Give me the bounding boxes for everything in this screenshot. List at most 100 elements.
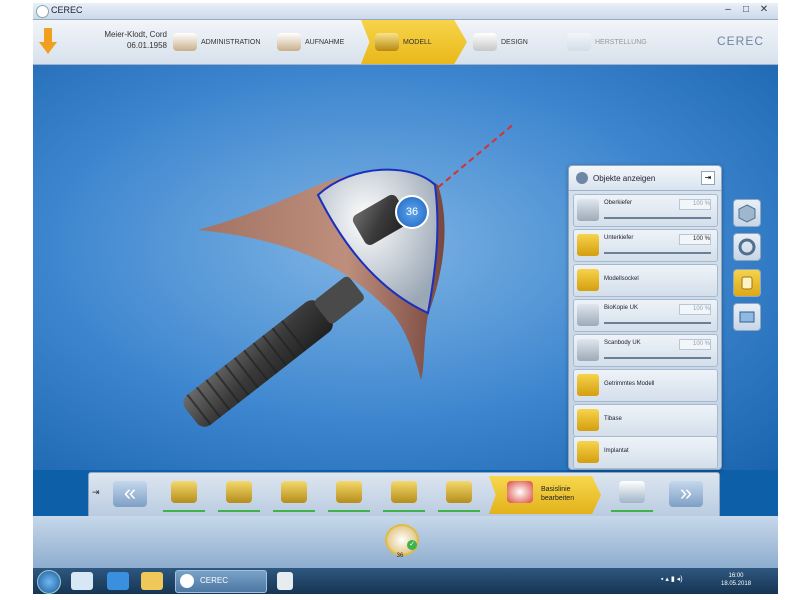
opacity-slider-fill [604,322,711,324]
tool-status-bar [163,510,205,512]
back-arrow-icon[interactable] [39,26,57,56]
nav-step-aufnahme[interactable]: AUFNAHME [277,20,357,64]
implant-body [183,276,364,427]
opacity-slider[interactable] [604,322,711,324]
tool-active-icon [741,276,753,290]
tool-3-icon [281,481,307,503]
administration-icon [173,33,197,51]
scanbody-icon [577,339,599,361]
tool-status-bar [218,510,260,512]
aufnahme-icon [277,33,301,51]
patient-name: Meier-Klodt, Cord [104,30,167,39]
object-row-implantat[interactable]: Implantat [573,436,718,469]
patient-dob: 06.01.1958 [126,41,167,50]
tool-5-button[interactable] [379,476,429,514]
object-label: Unterkiefer [604,235,634,241]
objects-panel-title: Objekte anzeigen [593,174,656,183]
previous-arrow-button[interactable]: « [113,481,147,507]
nav-step-modell[interactable]: MODELL [361,20,467,64]
patient-info: Meier-Klodt, Cord 06.01.1958 [77,29,167,51]
object-row-oberkiefer[interactable]: Oberkiefer 100 % [573,194,718,227]
tool-6-icon [446,481,472,503]
rotate-button[interactable] [733,233,761,261]
object-row-modellsockel[interactable]: Modellsockel [573,264,718,297]
biocopy-icon [577,304,599,326]
next-arrow-button[interactable]: » [669,481,703,507]
implant-icon [577,441,599,463]
nav-step-label: AUFNAHME [305,38,345,46]
tool-active-button[interactable] [733,269,761,297]
opacity-slider[interactable] [604,217,711,219]
tool-3-button[interactable] [269,476,319,514]
baseline-edit-button[interactable]: Basislinie bearbeiten [489,476,601,514]
brand-logo: CEREC [716,34,764,48]
herstellung-icon [567,33,591,51]
tool-1-icon [171,481,197,503]
taskbar-cerec-label: CEREC [200,576,229,585]
screenshot-button[interactable] [733,303,761,331]
nav-step-design[interactable]: DESIGN [473,20,561,64]
object-row-scanbody[interactable]: Scanbody UK 100 % [573,334,718,367]
rotate-icon [738,238,756,256]
trimmed-model-icon [577,374,599,396]
clock-date: 18.05.2018 [721,581,752,587]
tool-8-button[interactable] [607,476,657,514]
opacity-slider-fill [604,217,711,219]
system-tray-icons[interactable]: ▪ ▴ ▮ ◂) [661,575,683,583]
internet-explorer-icon[interactable] [107,572,129,590]
object-row-tibase[interactable]: Tibase [573,404,718,437]
tooth-strip-number: 36 [396,553,404,559]
restore-icon[interactable]: □ [739,4,753,16]
close-icon[interactable]: ✕ [757,4,771,16]
tibase-icon [577,409,599,431]
cerec-window: CEREC – □ ✕ Meier-Klodt, Cord 06.01.1958… [33,3,778,594]
title-bar: CEREC – □ ✕ [33,3,778,20]
start-button-icon[interactable] [37,570,61,594]
tooth-number-badge[interactable]: 36 [395,195,429,229]
opacity-slider-fill [604,357,711,359]
object-label: Getrimmtes Modell [604,381,655,387]
opacity-slider[interactable] [604,357,711,359]
workflow-nav: Meier-Klodt, Cord 06.01.1958 ADMINISTRAT… [33,20,778,65]
pinned-app-icon[interactable] [277,572,293,590]
opacity-value[interactable]: 100 % [679,339,711,350]
screenshot-icon [739,311,755,323]
media-player-icon[interactable] [71,572,93,590]
file-explorer-icon[interactable] [141,572,163,590]
opacity-value[interactable]: 100 % [679,199,711,210]
taskbar-cerec-button[interactable]: CEREC [175,570,267,593]
opacity-slider[interactable] [604,252,711,254]
opacity-value[interactable]: 100 % [679,234,711,245]
tool-4-button[interactable] [324,476,374,514]
jaw-icon [577,234,599,256]
taskbar-clock[interactable]: 16:00 18.05.2018 [721,572,751,588]
cerec-task-icon [180,574,194,588]
tool-status-bar [438,510,480,512]
tool-8-icon [619,481,645,503]
object-row-getrimmtes-modell[interactable]: Getrimmtes Modell [573,369,718,402]
nav-step-label: MODELL [403,38,432,46]
cube-view-icon [738,204,756,223]
tool-1-button[interactable] [159,476,209,514]
cube-view-button[interactable] [733,199,761,227]
baseline-edit-label: Basislinie bearbeiten [541,486,575,502]
clock-time: 16:00 [728,573,744,579]
minimize-icon[interactable]: – [721,4,735,16]
tool-5-icon [391,481,417,503]
object-row-unterkiefer[interactable]: Unterkiefer 100 % [573,229,718,262]
nav-step-label: HERSTELLUNG [595,38,647,46]
eye-icon [576,172,588,184]
object-row-biokopie[interactable]: BioKopie UK 100 % [573,299,718,332]
check-icon: ✓ [407,540,417,550]
pin-icon[interactable]: ⇥ [701,171,715,185]
model-base-icon [577,269,599,291]
object-label: Tibase [604,416,622,422]
nav-step-herstellung[interactable]: HERSTELLUNG [567,20,663,64]
nav-step-administration[interactable]: ADMINISTRATION [173,20,265,64]
object-label: Implantat [604,448,629,454]
opacity-value[interactable]: 100 % [679,304,711,315]
opacity-slider-fill [604,252,711,254]
tool-6-button[interactable] [434,476,484,514]
toolbar-pin-icon[interactable]: ⇥ [92,487,100,498]
tool-2-button[interactable] [214,476,264,514]
